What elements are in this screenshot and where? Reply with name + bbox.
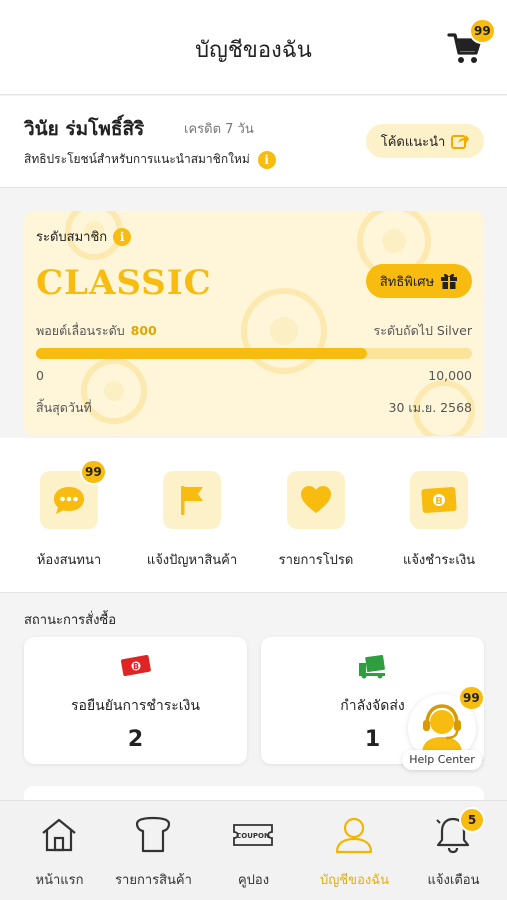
user-name: วินัย ร่มโพธิ์สิริ bbox=[24, 118, 145, 140]
expiry-row: สิ้นสุดวันที่ 30 เม.ย. 2568 bbox=[36, 398, 472, 418]
flag-icon bbox=[181, 486, 203, 515]
nav-label: คูปอง bbox=[237, 873, 270, 888]
referral-benefit-link[interactable]: สิทธิประโยชน์สำหรับการแนะนำสมาชิกใหม่ i bbox=[24, 150, 276, 169]
privilege-button[interactable]: สิทธิพิเศษ bbox=[366, 264, 472, 298]
nav-my-account[interactable]: บัญชีของฉัน bbox=[304, 801, 405, 900]
menu-item-favorites[interactable]: รายการโปรด bbox=[255, 471, 377, 570]
menu-item-payment-notice[interactable]: B แจ้งชำระเงิน bbox=[378, 471, 500, 570]
nav-notifications[interactable]: 5 แจ้งเตือน bbox=[403, 801, 504, 900]
nav-coupons[interactable]: COUPON คูปอง bbox=[203, 801, 304, 900]
bottom-nav: หน้าแรก รายการสินค้า COUPON คูปอง บัญชีข… bbox=[0, 800, 507, 900]
membership-card[interactable]: ระดับสมาชิก i CLASSIC สิทธิพิเศษ พอยต์เล… bbox=[24, 211, 484, 436]
nav-label: แจ้งเตือน bbox=[427, 873, 480, 888]
points-label: พอยต์เลื่อนระดับ bbox=[36, 323, 125, 338]
green-truck-icon bbox=[359, 654, 385, 679]
cart-button[interactable]: 99 bbox=[447, 18, 496, 66]
notification-badge: 5 bbox=[459, 807, 485, 833]
menu-label: รายการโปรด bbox=[278, 553, 354, 568]
privilege-label: สิทธิพิเศษ bbox=[379, 274, 435, 290]
info-icon: i bbox=[257, 150, 276, 169]
referral-benefit-text: สิทธิประโยชน์สำหรับการแนะนำสมาชิกใหม่ bbox=[24, 152, 250, 166]
share-icon bbox=[451, 135, 470, 149]
profile-section: วินัย ร่มโพธิ์สิริ เครดิต 7 วัน สิทธิประ… bbox=[0, 96, 507, 188]
order-status-title: สถานะการสั่งซื้อ bbox=[24, 613, 117, 628]
banknote-icon: B bbox=[421, 487, 457, 513]
nav-label: หน้าแรก bbox=[35, 873, 84, 888]
nav-label: บัญชีของฉัน bbox=[320, 873, 389, 888]
points-value: 800 bbox=[130, 323, 157, 338]
credit-terms: เครดิต 7 วัน bbox=[184, 122, 254, 137]
menu-item-chat[interactable]: 99 ห้องสนทนา bbox=[8, 459, 130, 570]
nav-products[interactable]: รายการสินค้า bbox=[103, 801, 204, 900]
help-center-button[interactable]: 99 Help Center bbox=[402, 685, 485, 772]
user-icon bbox=[335, 817, 373, 854]
points-progress-bar bbox=[36, 348, 472, 359]
menu-label: แจ้งปัญหาสินค้า bbox=[146, 553, 238, 568]
cart-badge: 99 bbox=[469, 18, 496, 44]
member-tier: CLASSIC bbox=[36, 263, 212, 303]
points-row: พอยต์เลื่อนระดับ 800 ระดับถัดไป Silver bbox=[36, 321, 472, 341]
app-header: บัญชีของฉัน 99 bbox=[0, 0, 507, 95]
gift-icon bbox=[441, 273, 458, 289]
next-level: ระดับถัดไป Silver bbox=[373, 323, 472, 338]
menu-label: ห้องสนทนา bbox=[36, 553, 102, 568]
info-icon[interactable]: i bbox=[113, 227, 132, 246]
coupon-icon-text: COUPON bbox=[236, 832, 270, 840]
progress-range: 0 10,000 bbox=[36, 368, 472, 383]
member-level-label: ระดับสมาชิก i bbox=[36, 226, 132, 247]
expiry-label: สิ้นสุดวันที่ bbox=[36, 400, 92, 415]
heart-icon bbox=[301, 486, 331, 513]
home-icon bbox=[42, 818, 76, 852]
range-max: 10,000 bbox=[428, 368, 472, 383]
help-badge: 99 bbox=[458, 685, 485, 711]
quick-menu: 99 ห้องสนทนา แจ้งปัญหาสินค้า รายการโปรด … bbox=[0, 438, 507, 593]
svg-text:B: B bbox=[435, 496, 443, 507]
referral-code-label: โค้ดแนะนำ bbox=[380, 134, 446, 150]
help-center-label: Help Center bbox=[402, 750, 482, 770]
svg-text:B: B bbox=[133, 662, 139, 671]
nav-home[interactable]: หน้าแรก bbox=[9, 801, 110, 900]
range-min: 0 bbox=[36, 368, 44, 383]
order-card-awaiting-payment[interactable]: B รอยืนยันการชำระเงิน 2 bbox=[24, 637, 247, 764]
order-status-label: รอยืนยันการชำระเงิน bbox=[71, 698, 200, 714]
order-status-count: 2 bbox=[127, 727, 144, 752]
coupon-icon: COUPON bbox=[233, 824, 273, 846]
red-banknote-icon: B bbox=[120, 655, 151, 676]
menu-item-report-problem[interactable]: แจ้งปัญหาสินค้า bbox=[131, 471, 253, 570]
next-card-peek bbox=[24, 786, 484, 800]
chat-bubble-icon bbox=[54, 487, 84, 514]
chat-badge: 99 bbox=[80, 459, 107, 485]
points-progress-fill bbox=[36, 348, 368, 359]
expiry-date: 30 เม.ย. 2568 bbox=[388, 400, 472, 415]
page-title: บัญชีของฉัน bbox=[195, 38, 312, 63]
nav-label: รายการสินค้า bbox=[115, 873, 192, 888]
referral-code-button[interactable]: โค้ดแนะนำ bbox=[366, 124, 484, 158]
member-level-text: ระดับสมาชิก bbox=[36, 230, 108, 245]
menu-label: แจ้งชำระเงิน bbox=[402, 553, 476, 568]
bread-icon bbox=[135, 816, 171, 853]
